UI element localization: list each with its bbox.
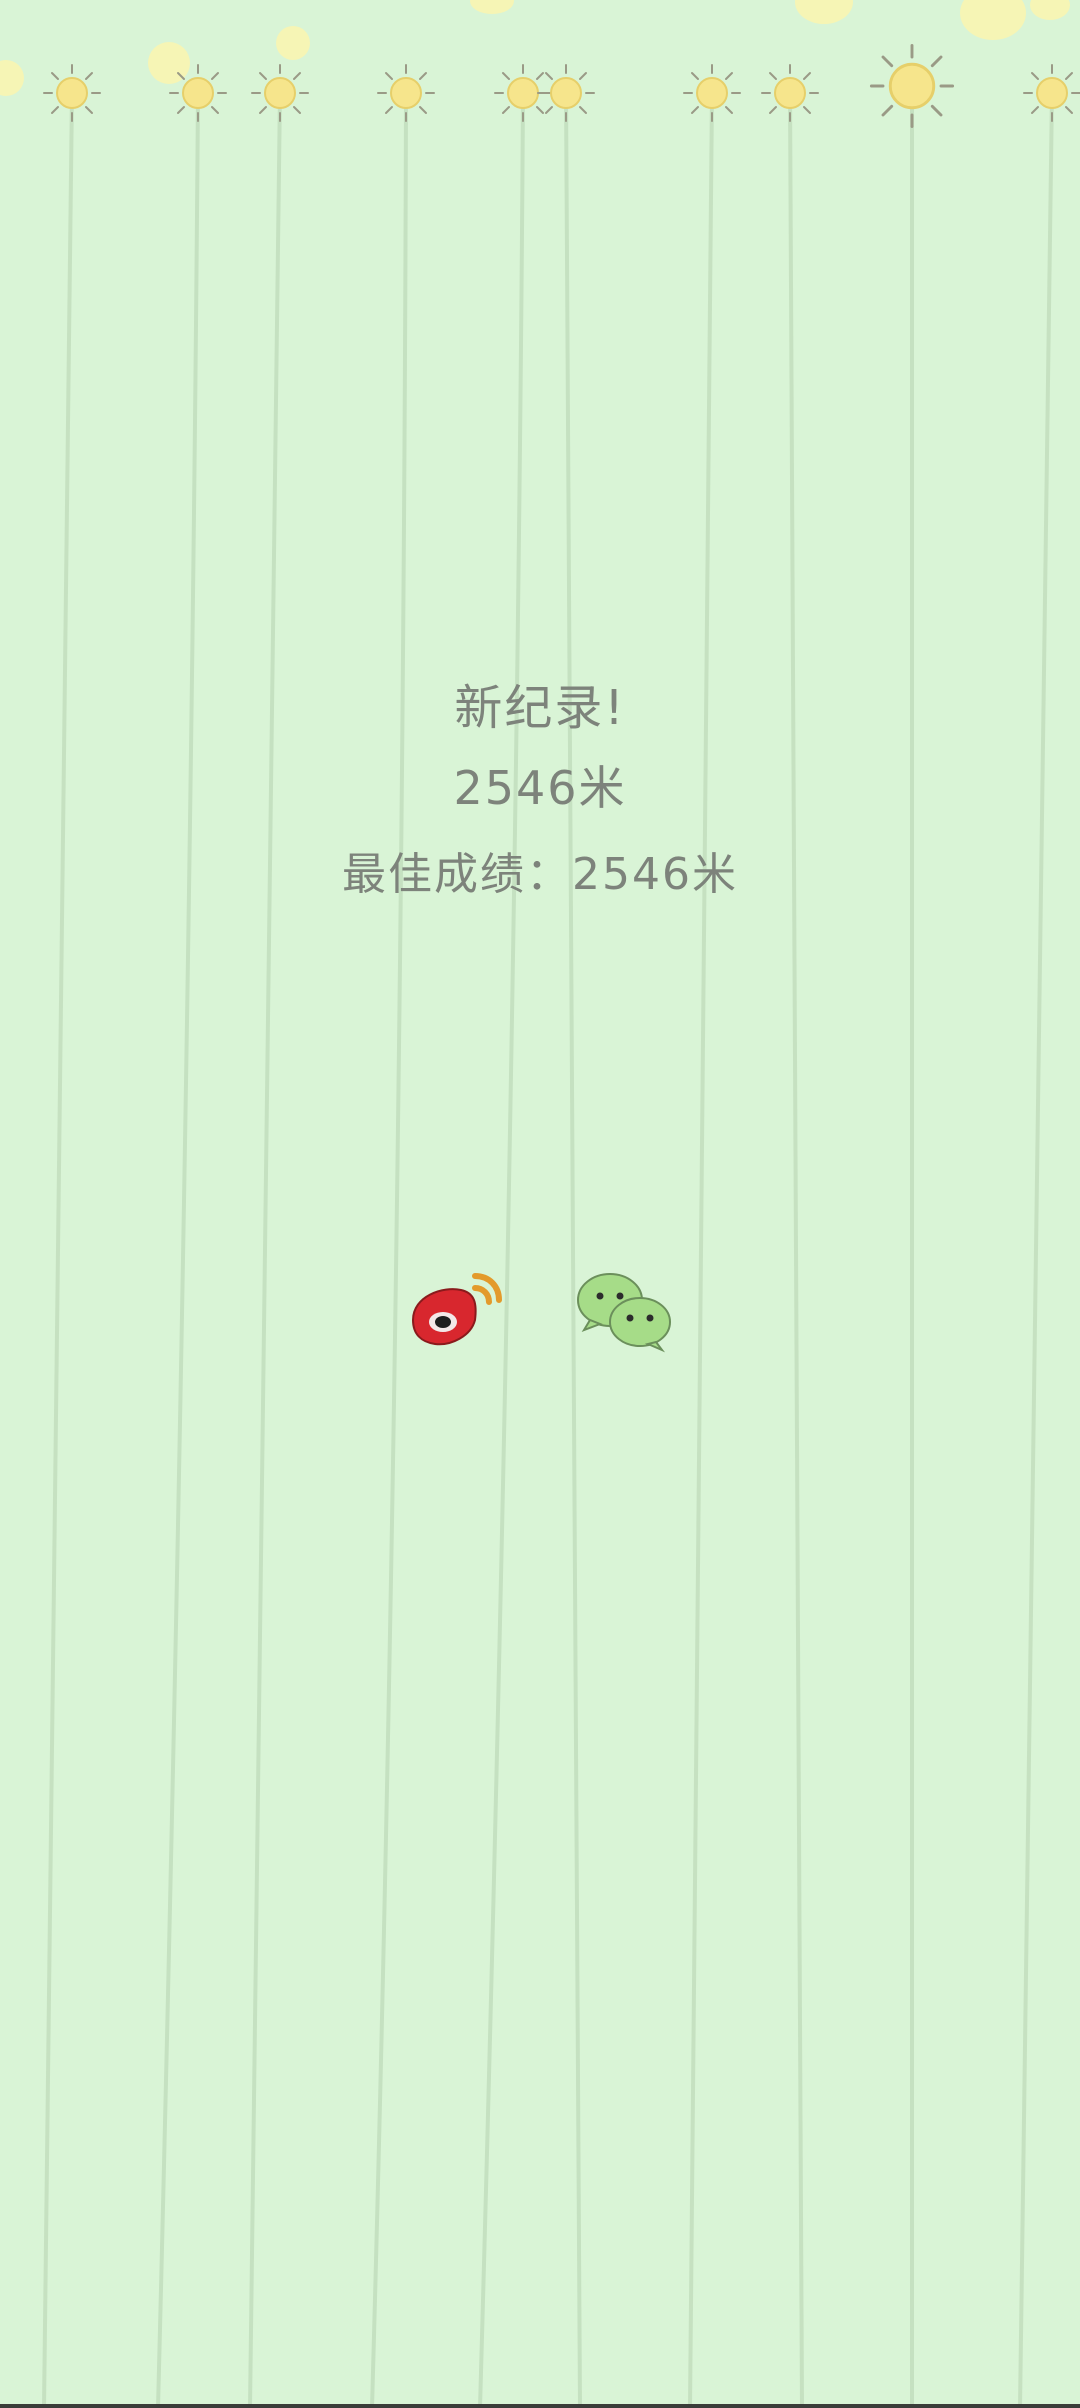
sun-icon: [43, 64, 101, 122]
string: [370, 91, 408, 2408]
string: [564, 91, 582, 2408]
string: [688, 91, 714, 2408]
weibo-icon: [411, 1273, 502, 1346]
bottom-edge: [0, 2404, 1080, 2408]
wechat-icon: [577, 1273, 671, 1353]
sun-icon: [1023, 64, 1080, 122]
best-score: 最佳成绩：2546米: [342, 849, 738, 900]
string: [910, 91, 917, 2408]
string: [42, 91, 74, 2408]
sun-row: [43, 43, 1080, 129]
string: [788, 91, 804, 2408]
sun-icon: [869, 43, 955, 129]
share-weibo-button[interactable]: [405, 1262, 515, 1362]
string: [478, 91, 525, 2408]
sun-icon: [169, 64, 227, 122]
current-score: 2546米: [453, 761, 627, 815]
sun-icon: [251, 64, 309, 122]
string: [156, 91, 200, 2408]
share-wechat-button[interactable]: [570, 1262, 680, 1362]
sun-icon: [537, 64, 595, 122]
string: [248, 91, 282, 2408]
game-scene: 新纪录! 2546米 最佳成绩：2546米: [0, 0, 1080, 2408]
sun-icon: [761, 64, 819, 122]
string: [1018, 91, 1054, 2408]
sun-icon: [683, 64, 741, 122]
new-record-title: 新纪录!: [454, 680, 626, 736]
sun-icon: [377, 64, 435, 122]
hanging-strings: [42, 91, 1054, 2408]
